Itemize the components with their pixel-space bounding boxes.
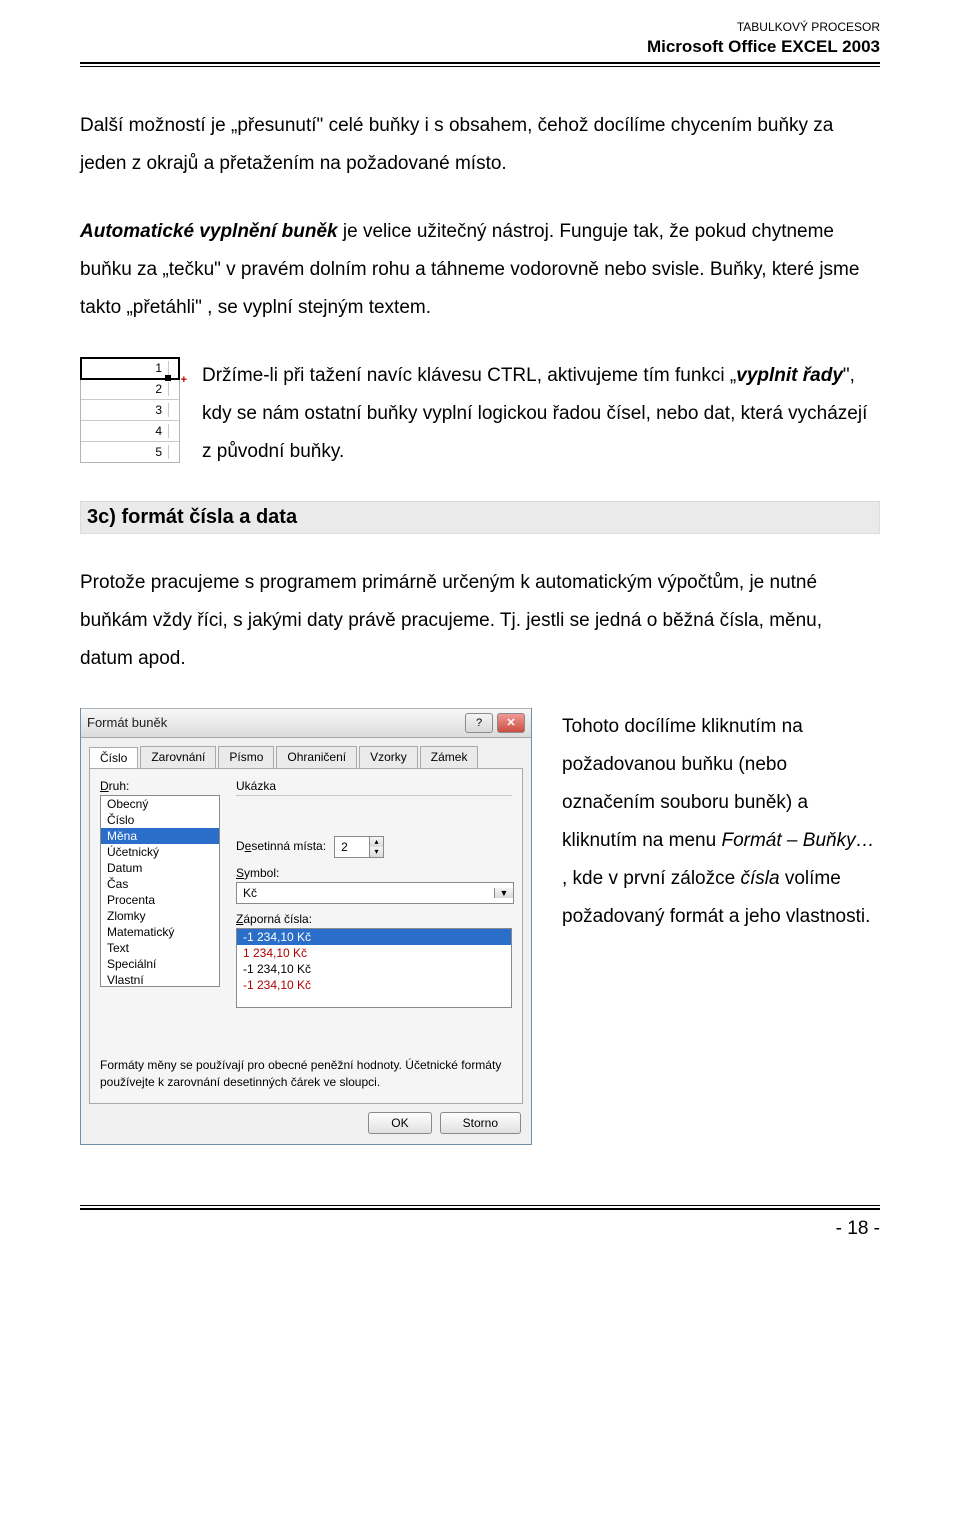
page-number: - 18 -: [80, 1218, 880, 1240]
list-item[interactable]: Účetnický: [101, 844, 219, 860]
negative-listbox[interactable]: -1 234,10 Kč 1 234,10 Kč -1 234,10 Kč -1…: [236, 928, 512, 1008]
term-fill-series: vyplnit řady: [736, 365, 843, 386]
help-button[interactable]: ?: [465, 713, 493, 733]
dialog-titlebar: Formát buněk ? ✕: [81, 708, 531, 738]
term-autofill: Automatické vyplnění buněk: [80, 221, 338, 242]
paragraph-number-format: Protože pracujeme s programem primárně u…: [80, 564, 880, 678]
list-item[interactable]: Měna: [101, 828, 219, 844]
cell-value: 4: [81, 424, 169, 438]
sample-label: Ukázka: [236, 779, 512, 796]
cell-value: 2: [81, 382, 169, 396]
divider: [80, 62, 880, 64]
chevron-down-icon: ▼: [494, 888, 513, 898]
paragraph-move-cell: Další možností je „přesunutí" celé buňky…: [80, 107, 880, 183]
decimal-value: 2: [335, 840, 369, 854]
fill-handle-icon: [165, 375, 171, 381]
paragraph-autofill: Automatické vyplnění buněk je velice uži…: [80, 213, 880, 327]
format-cells-dialog: Formát buněk ? ✕ Číslo Zarovnání Písmo O…: [80, 708, 532, 1145]
tab-font[interactable]: Písmo: [218, 746, 274, 768]
cell-value: 1: [81, 361, 169, 375]
list-item[interactable]: Číslo: [101, 812, 219, 828]
plus-cursor-icon: +: [181, 374, 187, 386]
paragraph-fill-series: Držíme-li při tažení navíc klávesu CTRL,…: [202, 357, 880, 471]
close-button[interactable]: ✕: [497, 713, 525, 733]
autofill-figure: 1 + 2 3 4 5: [80, 357, 180, 463]
list-item[interactable]: Čas: [101, 876, 219, 892]
list-item[interactable]: Datum: [101, 860, 219, 876]
tab-number[interactable]: Číslo: [89, 747, 138, 769]
category-label: Druh:: [100, 779, 220, 793]
decimal-label: Desetinná místa:: [236, 839, 326, 853]
list-item[interactable]: -1 234,10 Kč: [237, 961, 511, 977]
list-item[interactable]: 1 234,10 Kč: [237, 945, 511, 961]
list-item[interactable]: Obecný: [101, 796, 219, 812]
list-item[interactable]: Procenta: [101, 892, 219, 908]
symbol-value: Kč: [237, 886, 494, 900]
cell-value: 3: [81, 403, 169, 417]
decimal-spinner[interactable]: 2 ▴▾: [334, 836, 384, 858]
spin-up-icon[interactable]: ▴: [369, 837, 383, 847]
divider: [80, 1205, 880, 1206]
list-item[interactable]: Zlomky: [101, 908, 219, 924]
paragraph-format-menu: Tohoto docílíme kliknutím na požadovanou…: [562, 708, 880, 936]
menu-path: Formát – Buňky…: [721, 830, 874, 851]
header-subtitle: TABULKOVÝ PROCESOR: [80, 20, 880, 36]
list-item[interactable]: Text: [101, 940, 219, 956]
divider: [80, 66, 880, 67]
tab-protection[interactable]: Zámek: [420, 746, 479, 768]
list-item[interactable]: -1 234,10 Kč: [237, 929, 511, 945]
list-item[interactable]: Speciální: [101, 956, 219, 972]
list-item[interactable]: Matematický: [101, 924, 219, 940]
cell-value: 5: [81, 445, 169, 459]
section-heading-3c: 3c) formát čísla a data: [80, 501, 880, 534]
dialog-title: Formát buněk: [87, 715, 465, 730]
dialog-help-text: Formáty měny se používají pro obecné pen…: [100, 1057, 512, 1091]
tab-border[interactable]: Ohraničení: [276, 746, 357, 768]
spin-down-icon[interactable]: ▾: [369, 847, 383, 857]
symbol-label: Symbol:: [236, 866, 512, 880]
tab-name: čísla: [740, 868, 779, 889]
sample-box: [236, 798, 512, 826]
tab-patterns[interactable]: Vzorky: [359, 746, 418, 768]
header-title: Microsoft Office EXCEL 2003: [80, 36, 880, 58]
negative-label: Záporná čísla:: [236, 912, 512, 926]
list-item[interactable]: Vlastní: [101, 972, 219, 987]
divider: [80, 1208, 880, 1210]
ok-button[interactable]: OK: [368, 1112, 431, 1134]
list-item[interactable]: -1 234,10 Kč: [237, 977, 511, 993]
category-listbox[interactable]: Obecný Číslo Měna Účetnický Datum Čas Pr…: [100, 795, 220, 987]
tab-alignment[interactable]: Zarovnání: [140, 746, 216, 768]
cancel-button[interactable]: Storno: [440, 1112, 521, 1134]
dialog-tabs: Číslo Zarovnání Písmo Ohraničení Vzorky …: [81, 738, 531, 768]
symbol-combobox[interactable]: Kč ▼: [236, 882, 514, 904]
